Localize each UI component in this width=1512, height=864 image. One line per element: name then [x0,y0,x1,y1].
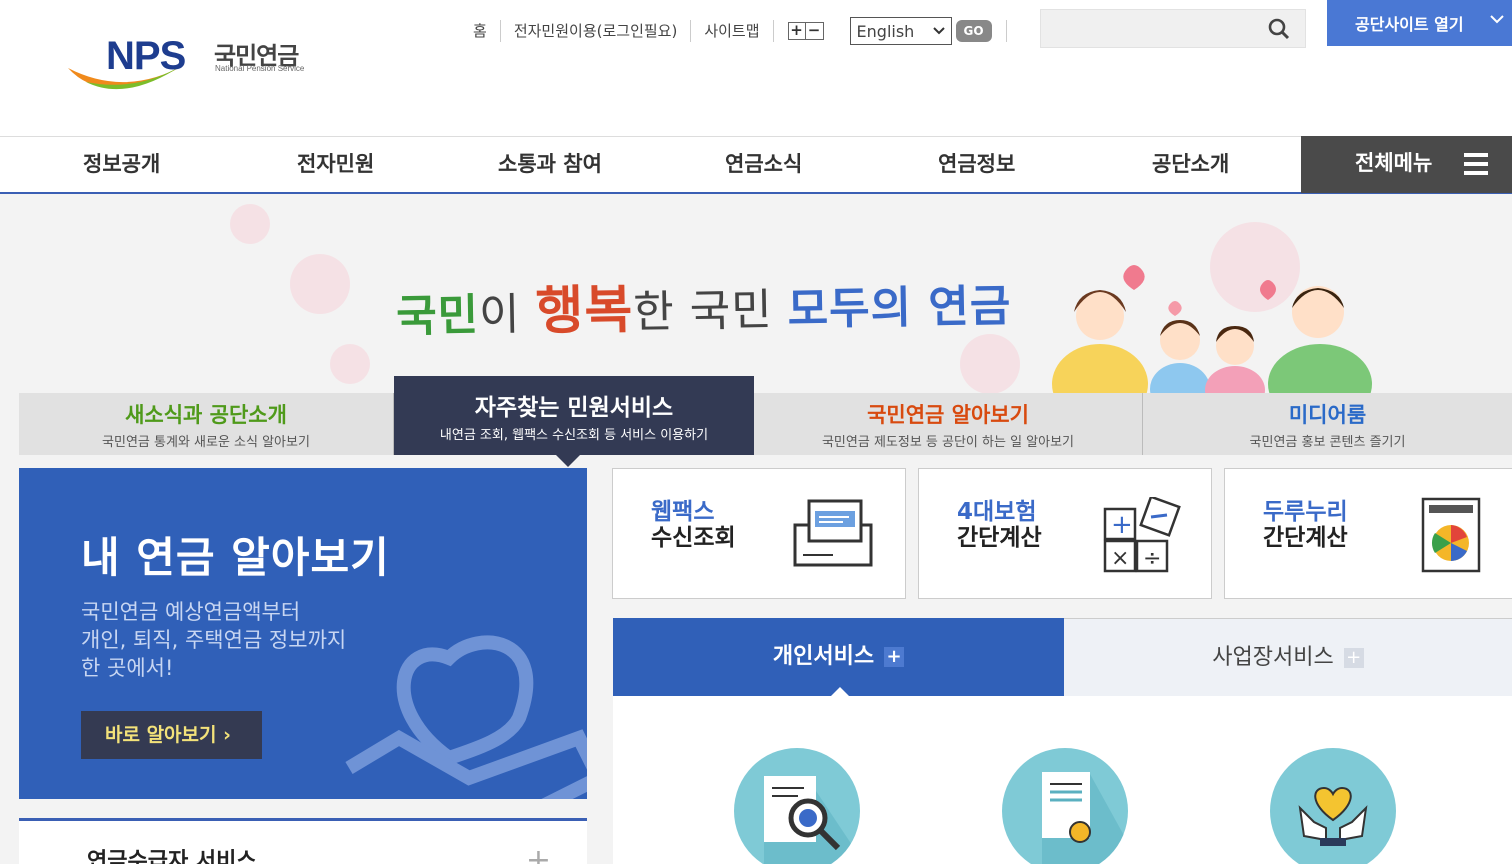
service-circle[interactable] [1002,748,1128,864]
box-title-line2: 수신조회 [651,525,736,551]
family-illustration-icon [1052,265,1372,394]
search-box [1040,9,1306,48]
calculator-icon: + × ÷ [1103,497,1181,573]
chevron-down-icon [932,27,945,35]
box-title-line1: 4대보험 [957,499,1037,525]
font-size-controls: + − [787,22,824,40]
certificate-icon [1042,772,1128,864]
service-panel [613,696,1512,864]
durunuri-calc-box[interactable]: 두루누리 간단계산 [1224,468,1512,599]
service-tabs: 개인서비스 + 사업장서비스 + [613,618,1512,696]
nav-pension-news[interactable]: 연금소식 [725,137,802,193]
open-site-label: 공단사이트 열기 [1355,15,1464,34]
recipient-service-panel[interactable]: 연금수급자 서비스 + [19,818,587,864]
language-value: English [856,21,915,41]
my-pension-title: 내 연금 알아보기 [81,533,390,582]
open-site-button[interactable]: 공단사이트 열기 [1327,0,1512,46]
slogan-part: 이 [478,288,537,341]
tab-subtitle: 내연금 조회, 웹팩스 수신조회 등 서비스 이용하기 [439,428,709,443]
box-title-line1: 두루누리 [1263,499,1348,525]
tab-label: 사업장서비스 [1212,645,1334,670]
font-decrease-button[interactable]: − [805,22,824,40]
all-menu-label: 전체메뉴 [1355,151,1433,175]
page: NPS 국민연금 National Pension Service 홈 전자민원… [0,0,1512,864]
nav-e-civil[interactable]: 전자민원 [297,137,374,193]
go-button[interactable]: GO [955,20,992,42]
tab-business-service[interactable]: 사업장서비스 + [1064,618,1512,696]
language-select[interactable]: English [849,17,952,45]
my-pension-card: 내 연금 알아보기 국민연금 예상연금액부터 개인, 퇴직, 주택연금 정보까지… [19,468,587,799]
hero-slogan: 국민이 행복한 국민 모두의 연금 [395,261,1012,347]
tab-title: 새소식과 공단소개 [125,403,287,427]
decorative-blob [330,344,370,384]
nav-info-disclosure[interactable]: 정보공개 [83,137,160,193]
utility-bar: 홈 전자민원이용(로그인필요) 사이트맵 + − English GO [470,17,1007,45]
decorative-blob [960,334,1020,394]
logo-name-en: National Pension Service [215,64,305,73]
heart-hand-icon [345,635,587,799]
tab-subtitle: 국민연금 제도정보 등 공단이 하는 일 알아보기 [821,435,1075,450]
tab-learn-pension[interactable]: 국민연금 알아보기 국민연금 제도정보 등 공단이 하는 일 알아보기 [754,393,1143,455]
tab-label: 개인서비스 [772,644,875,669]
tab-subtitle: 국민연금 홍보 콘텐츠 즐기기 [1249,435,1406,450]
slogan-part: 행복 [535,280,634,342]
heart-hands-icon [1298,786,1368,846]
slogan-part: 모두의 연금 [787,280,1012,336]
service-circle[interactable] [734,748,860,864]
slogan-part: 한 국민 [632,284,789,339]
nav-communication[interactable]: 소통과 참여 [498,137,602,193]
sitemap-link[interactable]: 사이트맵 [691,20,774,42]
tab-frequent-services[interactable]: 자주찾는 민원서비스 내연금 조회, 웹팩스 수신조회 등 서비스 이용하기 [394,376,754,467]
slogan-part: 국민 [395,289,480,343]
tab-personal-service[interactable]: 개인서비스 + [613,618,1064,696]
service-circle[interactable] [1270,748,1396,864]
hamburger-icon [1464,153,1488,175]
tab-subtitle: 국민연금 통계와 새로운 소식 알아보기 [102,435,310,450]
font-increase-button[interactable]: + [787,22,806,40]
chevron-down-icon [1490,15,1504,24]
all-menu-button[interactable]: 전체메뉴 [1301,136,1512,193]
tab-title: 미디어룸 [1288,403,1367,427]
webfax-box[interactable]: 웹팩스 수신조회 [612,468,906,599]
search-icon[interactable] [1267,17,1291,41]
svg-text:×: × [1111,546,1129,571]
plus-icon: + [884,647,905,667]
document-search-icon [764,776,860,864]
nps-logo[interactable]: NPS 국민연금 National Pension Service [66,32,326,102]
desc-line: 한 곳에서! [81,656,174,680]
fax-icon [793,499,873,567]
durunuri-icon [1421,497,1481,573]
desc-line: 개인, 퇴직, 주택연금 정보까지 [81,628,347,652]
insurance-calc-box[interactable]: 4대보험 간단계산 + × ÷ [918,468,1212,599]
nav-about[interactable]: 공단소개 [1152,137,1229,193]
recipient-service-title: 연금수급자 서비스 [87,849,257,864]
svg-text:+: + [1111,510,1133,540]
logo-abbr: NPS [106,34,186,78]
home-link[interactable]: 홈 [470,20,501,42]
my-pension-desc: 국민연금 예상연금액부터 개인, 퇴직, 주택연금 정보까지 한 곳에서! [81,598,346,682]
e-civil-link[interactable]: 전자민원이용(로그인필요) [501,20,692,42]
box-title-line1: 웹팩스 [651,499,715,525]
main-navigation: 정보공개 전자민원 소통과 참여 연금소식 연금정보 공단소개 전체메뉴 [0,136,1512,194]
plus-icon: + [1343,648,1364,668]
divider [1005,20,1007,42]
decorative-blob [230,204,270,244]
tab-news[interactable]: 새소식과 공단소개 국민연금 통계와 새로운 소식 알아보기 [19,393,394,455]
tab-title: 국민연금 알아보기 [867,403,1029,427]
box-title-line2: 간단계산 [957,525,1042,551]
box-title-line2: 간단계산 [1263,525,1348,551]
hero-section: 국민이 행복한 국민 모두의 연금 새소식과 공단소개 국민연금 통계와 새로운 [0,194,1512,864]
search-input[interactable] [1047,16,1257,42]
go-check-button[interactable]: 바로 알아보기 › [81,711,262,759]
desc-line: 국민연금 예상연금액부터 [81,600,301,624]
category-tabs: 새소식과 공단소개 국민연금 통계와 새로운 소식 알아보기 자주찾는 민원서비… [19,376,1512,467]
decorative-blob [290,254,350,314]
svg-text:÷: ÷ [1143,546,1161,571]
tab-title: 자주찾는 민원서비스 [474,395,674,421]
nav-pension-info[interactable]: 연금정보 [938,137,1015,193]
tab-media-room[interactable]: 미디어룸 국민연금 홍보 콘텐츠 즐기기 [1143,393,1512,455]
expand-icon[interactable]: + [526,843,551,864]
